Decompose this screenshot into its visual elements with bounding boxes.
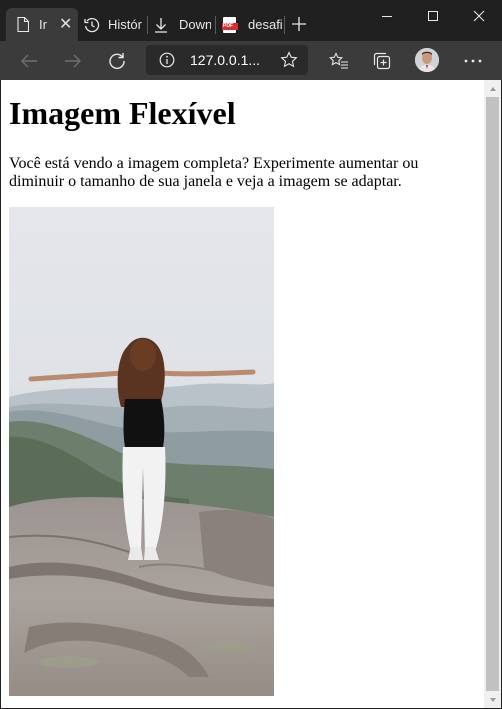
- forward-arrow-icon: [65, 54, 81, 68]
- collections-button[interactable]: [368, 47, 396, 75]
- tab-label: Histór: [108, 17, 142, 32]
- more-dots-icon: [464, 59, 482, 63]
- tab-separator: [147, 16, 148, 34]
- scroll-down-arrow-icon[interactable]: [484, 691, 501, 708]
- maximize-button[interactable]: [410, 0, 456, 32]
- back-button[interactable]: [15, 47, 43, 75]
- download-icon: [153, 17, 169, 33]
- close-window-button[interactable]: [456, 0, 502, 32]
- pdf-icon: PDF: [222, 16, 238, 33]
- close-window-icon: [473, 10, 485, 22]
- history-icon: [84, 17, 100, 33]
- vertical-scrollbar[interactable]: [484, 80, 501, 708]
- favorite-star-icon[interactable]: [280, 51, 298, 73]
- plus-icon: [292, 17, 306, 31]
- page-viewport: Imagem Flexível Você está vendo a imagem…: [1, 80, 484, 708]
- collections-icon: [373, 52, 391, 70]
- settings-more-button[interactable]: [459, 47, 487, 75]
- pdf-icon-text: PDF: [223, 22, 233, 29]
- tab-history[interactable]: Histór: [80, 8, 146, 41]
- info-icon[interactable]: [159, 52, 175, 72]
- tab-active[interactable]: Ir ✕: [6, 8, 78, 41]
- favorites-button[interactable]: [325, 47, 353, 75]
- back-arrow-icon: [21, 54, 37, 68]
- tab-label: Down: [179, 17, 211, 32]
- address-bar[interactable]: 127.0.0.1...: [146, 45, 308, 75]
- minimize-icon: [382, 16, 392, 17]
- scroll-up-arrow-icon[interactable]: [484, 80, 501, 97]
- close-tab-icon[interactable]: ✕: [59, 16, 72, 33]
- tab-strip: Ir ✕ Histór Down PDF desafi: [0, 0, 502, 41]
- tab-downloads[interactable]: Down: [149, 8, 213, 41]
- profile-photo-icon: [415, 48, 439, 72]
- address-text[interactable]: 127.0.0.1...: [190, 52, 260, 68]
- page-icon: [15, 17, 31, 33]
- tab-separator: [284, 16, 285, 34]
- maximize-icon: [428, 11, 438, 21]
- refresh-button[interactable]: [103, 47, 131, 75]
- refresh-icon: [109, 53, 125, 70]
- favorites-list-icon: [329, 52, 348, 69]
- page-title: Imagem Flexível: [9, 95, 236, 131]
- flexible-image: [9, 207, 274, 696]
- profile-avatar[interactable]: [415, 48, 439, 72]
- minimize-button[interactable]: [364, 0, 410, 32]
- scrollbar-thumb[interactable]: [486, 97, 499, 691]
- browser-toolbar: 127.0.0.1...: [0, 41, 502, 80]
- new-tab-button[interactable]: [289, 14, 309, 34]
- tab-label: desafi: [248, 17, 282, 32]
- forward-button[interactable]: [59, 47, 87, 75]
- tab-separator: [215, 16, 216, 34]
- tab-pdf[interactable]: PDF desafi: [218, 8, 284, 41]
- tab-label: Ir: [39, 17, 47, 32]
- page-paragraph: Você está vendo a imagem completa? Exper…: [9, 155, 419, 190]
